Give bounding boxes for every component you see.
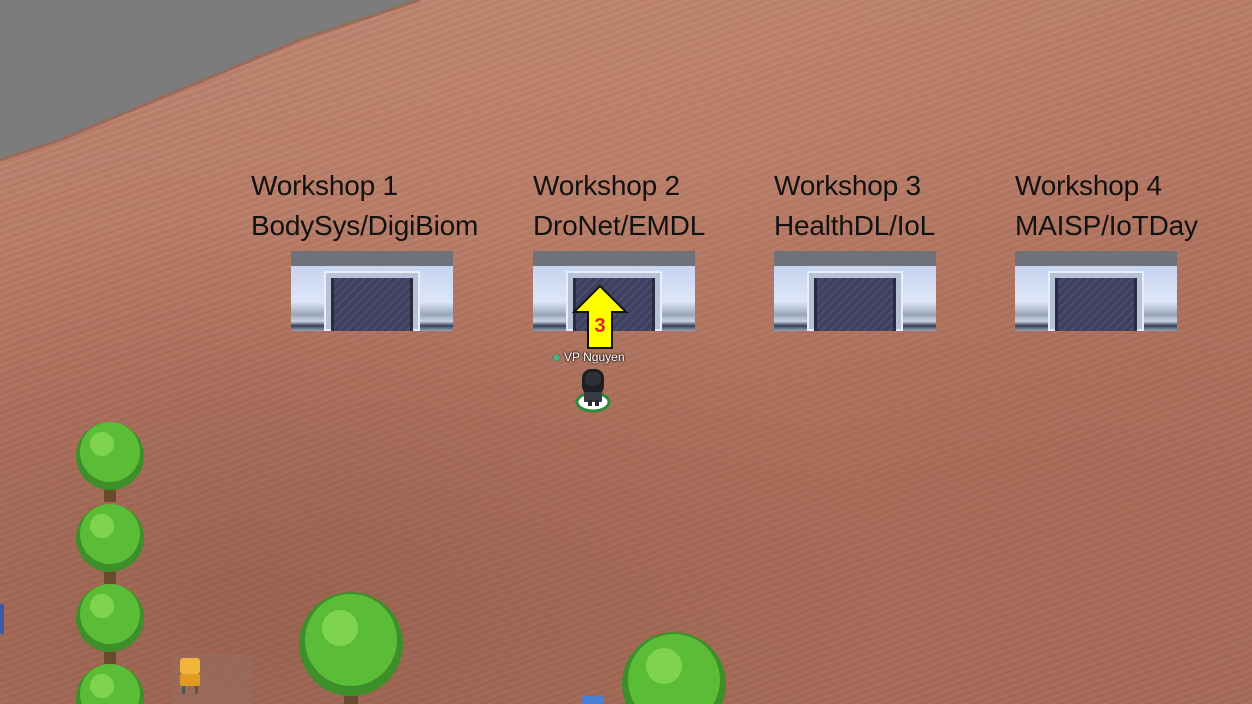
workshop-2-subtitle: DroNet/EMDL [533,210,706,241]
arrow-number: 3 [594,315,605,337]
door-gate [814,278,896,331]
workshop-3-door[interactable] [774,251,936,331]
workshop-1-title: Workshop 1 [251,170,398,201]
up-arrow-icon[interactable]: 3 [572,284,628,350]
workshop-1-label: Workshop 1 BodySys/DigiBiom [251,166,478,246]
door-top-bar [774,251,936,266]
workshop-3-label: Workshop 3 HealthDL/IoL [774,166,935,246]
workshop-2-label: Workshop 2 DroNet/EMDL [533,166,705,246]
workshop-3-title: Workshop 3 [774,170,921,201]
door-top-bar [1015,251,1177,266]
workshop-1-door[interactable] [291,251,453,331]
workshop-2-title: Workshop 2 [533,170,680,201]
door-gate [1055,278,1137,331]
door-top-bar [533,251,695,266]
tree-icon [622,632,726,704]
tree-icon [76,584,144,664]
object-fragment [582,696,604,704]
workshop-1-subtitle: BodySys/DigiBiom [251,210,479,241]
door-gate [331,278,413,331]
player-name: VP Nguyen [564,350,625,364]
chair-icon[interactable] [176,656,204,696]
tree-icon [76,664,144,704]
player-name-tag: VP Nguyen [553,350,625,364]
workshop-4-title: Workshop 4 [1015,170,1162,201]
workshop-4-door[interactable] [1015,251,1177,331]
door-top-bar [291,251,453,266]
tree-icon [76,504,144,584]
online-status-icon [553,354,560,362]
tree-icon [76,422,144,502]
map-void-area [0,0,421,162]
player-avatar[interactable] [574,366,614,414]
workshop-3-subtitle: HealthDL/IoL [774,210,936,241]
edge-object-fragment [0,604,4,634]
game-map[interactable]: Workshop 1 BodySys/DigiBiom Workshop 2 D… [0,0,1252,704]
workshop-4-subtitle: MAISP/IoTDay [1015,210,1198,241]
workshop-4-label: Workshop 4 MAISP/IoTDay [1015,166,1198,246]
tree-icon [299,592,403,704]
